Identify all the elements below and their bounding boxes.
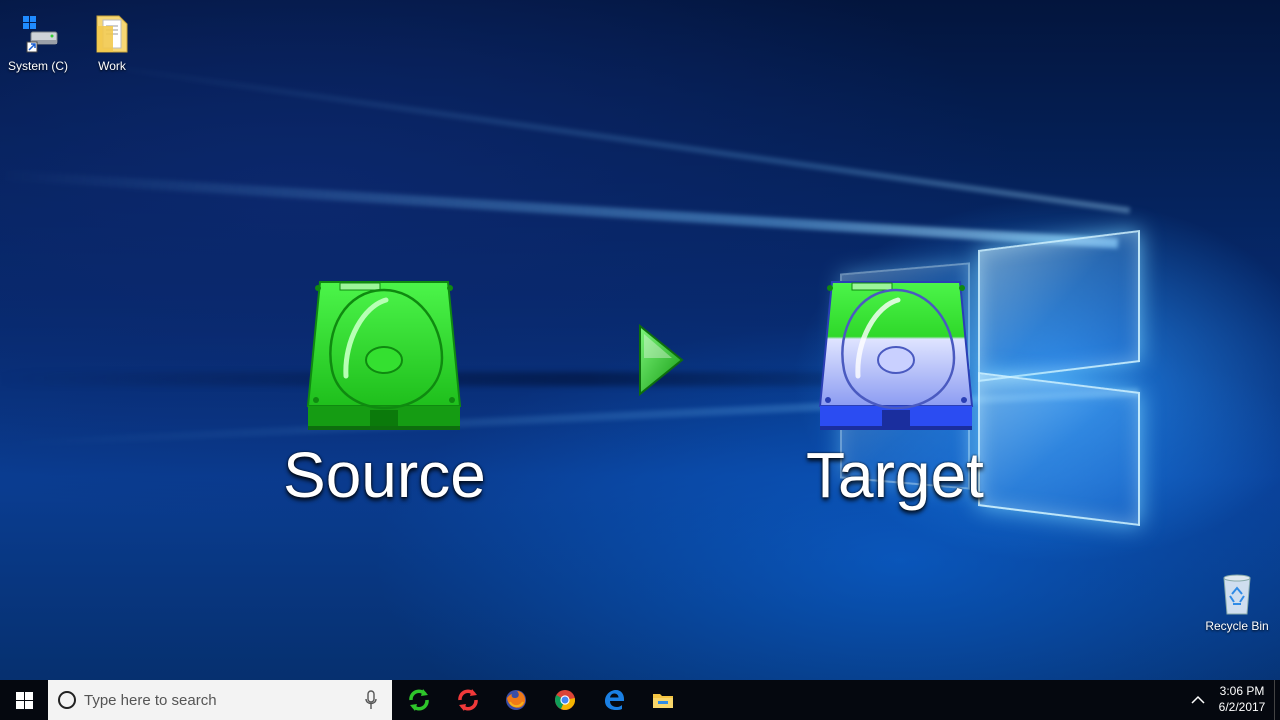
windows-start-icon xyxy=(16,692,33,709)
sync-icon xyxy=(409,689,429,711)
taskbar-app-chrome[interactable] xyxy=(541,680,589,720)
firefox-icon xyxy=(506,690,526,710)
desktop-icon-work-folder[interactable]: Work xyxy=(74,12,150,73)
show-hidden-icons-chevron-icon[interactable] xyxy=(1188,690,1208,710)
edge-icon xyxy=(605,690,624,710)
desktop-icon-recycle-bin[interactable]: Recycle Bin xyxy=(1199,572,1275,633)
taskbar-app-sync-green[interactable] xyxy=(395,680,443,720)
taskbar-app-edge[interactable] xyxy=(590,680,638,720)
microphone-icon[interactable] xyxy=(364,690,378,710)
recycle-bin-icon xyxy=(1214,572,1260,616)
drive-icon xyxy=(15,12,61,56)
taskbar-app-file-explorer[interactable] xyxy=(639,680,687,720)
search-placeholder: Type here to search xyxy=(84,692,217,709)
file-explorer-icon xyxy=(653,694,673,708)
target-caption: Target xyxy=(806,439,984,511)
cortana-icon xyxy=(58,691,76,709)
target-drive-icon xyxy=(818,280,974,440)
chrome-icon xyxy=(555,690,575,710)
clock-time: 3:06 PM xyxy=(1219,684,1265,698)
start-button[interactable] xyxy=(0,680,48,720)
sync-icon xyxy=(458,689,478,711)
desktop[interactable]: System (C) Work Recycle Bin Source Targe… xyxy=(0,0,1280,680)
desktop-icon-system-drive[interactable]: System (C) xyxy=(0,12,76,73)
source-drive-icon xyxy=(306,280,462,440)
folder-icon xyxy=(89,12,135,56)
taskbar-app-sync-red[interactable] xyxy=(444,680,492,720)
show-desktop-button[interactable] xyxy=(1274,680,1280,720)
taskbar-app-firefox[interactable] xyxy=(492,680,540,720)
source-caption: Source xyxy=(283,439,486,511)
taskbar-search-box[interactable]: Type here to search xyxy=(48,680,392,720)
play-arrow-icon xyxy=(636,323,684,397)
taskbar-clock[interactable]: 3:06 PM 6/2/2017 xyxy=(1212,683,1272,715)
taskbar: Type here to search 3:06 PM 6/2/2017 xyxy=(0,680,1280,720)
clock-date: 6/2/2017 xyxy=(1218,700,1266,714)
